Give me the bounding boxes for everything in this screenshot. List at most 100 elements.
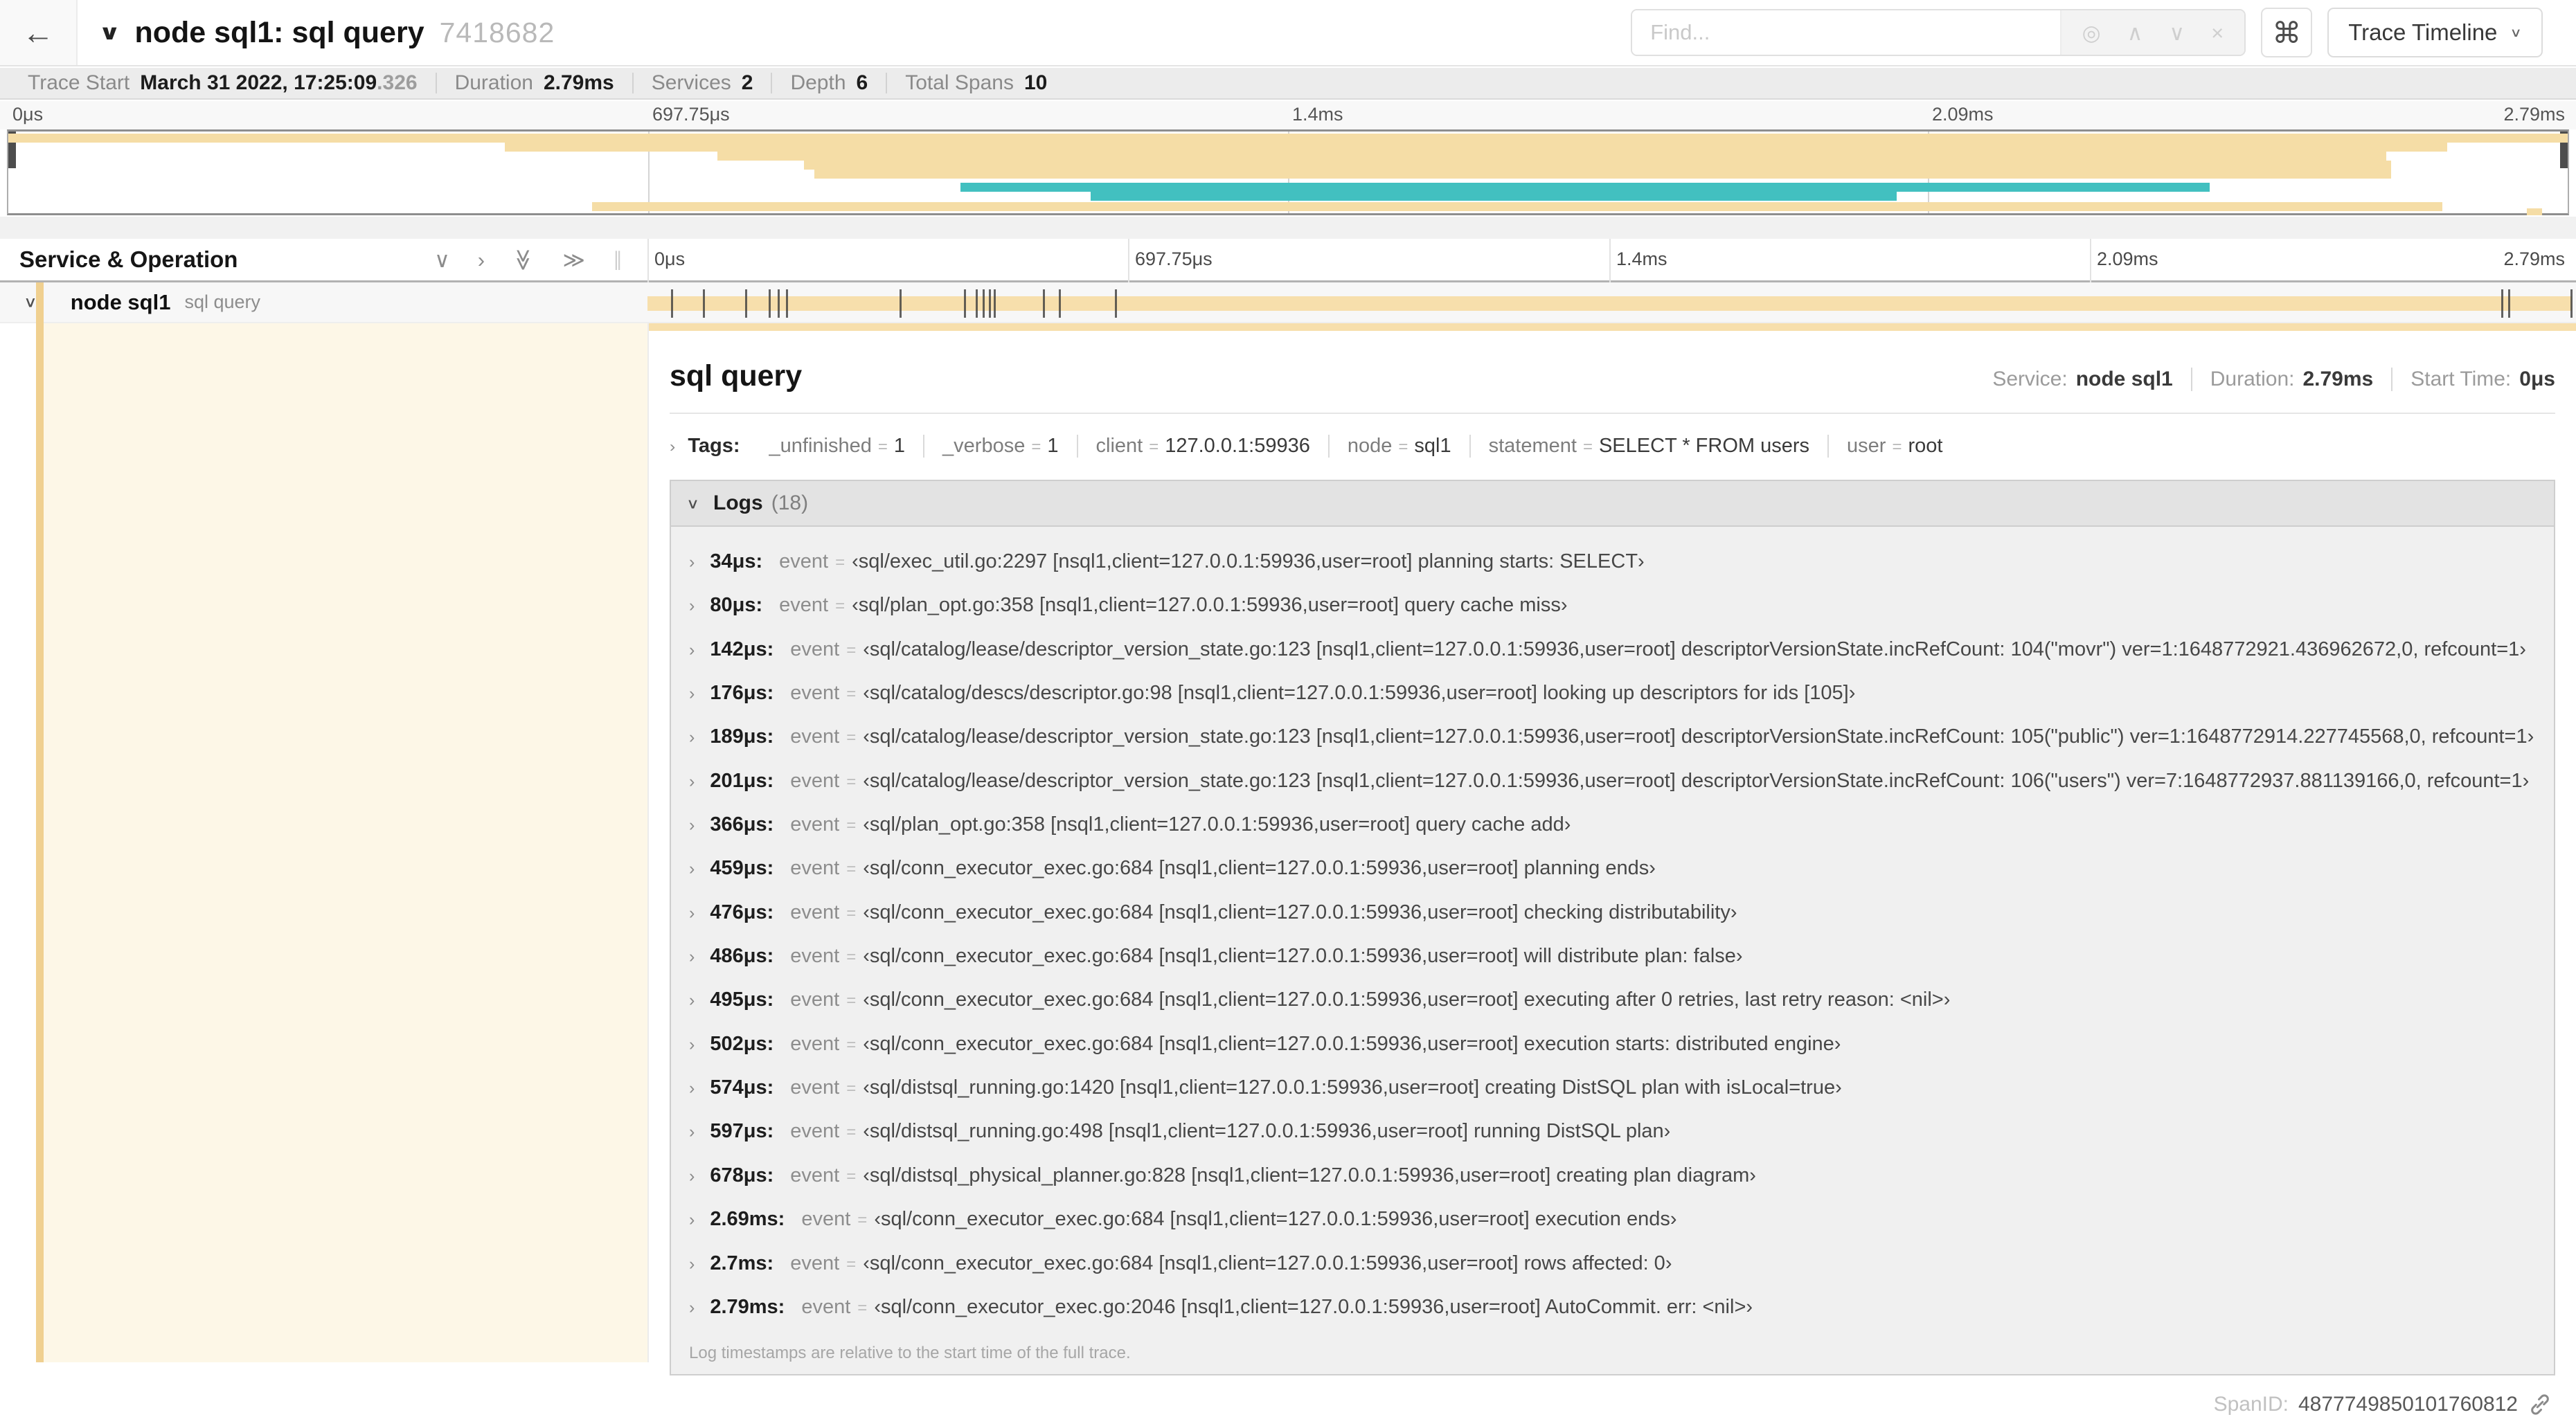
log-field-value: ‹sql/conn_executor_exec.go:684 [nsql1,cl… [863,945,1743,968]
log-field-value: ‹sql/plan_opt.go:358 [nsql1,client=127.0… [863,813,1571,836]
log-entry-row[interactable]: › 2.79ms: event = ‹sql/conn_executor_exec.go… [671,1296,2554,1319]
log-marker-tick[interactable] [989,289,991,318]
log-chevron-icon: › [689,859,695,879]
log-marker-tick[interactable] [994,289,996,318]
log-marker-tick[interactable] [703,289,705,318]
log-entry-row[interactable]: › 495μs: event = ‹sql/conn_executor_exec.go:… [671,989,2554,1011]
log-entry-row[interactable]: › 476μs: event = ‹sql/conn_executor_exec.go:… [671,901,2554,924]
log-field-name: event [779,550,829,572]
log-entry-row[interactable]: › 142μs: event = ‹sql/catalog/lease/descript… [671,638,2554,661]
log-marker-tick[interactable] [1115,289,1117,318]
summary-item: Depth 6 [771,73,886,93]
deep-link-icon[interactable] [2528,1392,2552,1417]
minimap-span-bar [814,170,2391,179]
collapse-one-icon[interactable]: ∨ [434,249,450,271]
log-entry-row[interactable]: › 189μs: event = ‹sql/catalog/lease/descript… [671,725,2554,748]
log-entry-row[interactable]: › 574μs: event = ‹sql/distsql_running.go:142… [671,1076,2554,1099]
tag-key: _verbose [942,435,1026,457]
trace-collapse-icon[interactable]: ∨ [98,21,120,45]
log-entry-row[interactable]: › 486μs: event = ‹sql/conn_executor_exec.go:… [671,945,2554,968]
trace-id: 7418682 [439,16,555,48]
log-marker-tick[interactable] [1043,289,1045,318]
column-resizer-grip[interactable]: ∥ [613,250,623,269]
back-button[interactable]: ← [0,0,78,65]
log-entry-row[interactable]: › 678μs: event = ‹sql/distsql_physical_plann… [671,1164,2554,1187]
log-marker-tick[interactable] [964,289,966,318]
keyboard-shortcuts-button[interactable]: ⌘ [2261,8,2313,57]
next-result-icon[interactable]: ∨ [2169,22,2185,44]
expand-one-icon[interactable]: › [478,249,485,271]
log-field-name: event [790,682,840,705]
log-entry-row[interactable]: › 366μs: event = ‹sql/plan_opt.go:358 [nsql1… [671,813,2554,836]
span-detail-meta: Service: node sql1 Duration: 2.79ms Start Ti… [1992,368,2555,391]
log-field-value: ‹sql/exec_util.go:2297 [nsql1,client=127… [852,550,1645,572]
log-timestamp: 142μs: [710,638,774,660]
log-marker-tick[interactable] [671,289,673,318]
log-marker-tick[interactable] [2501,289,2503,318]
log-entry-row[interactable]: › 201μs: event = ‹sql/catalog/lease/descript… [671,770,2554,793]
prev-result-icon[interactable]: ∧ [2127,22,2143,44]
log-marker-tick[interactable] [900,289,902,318]
span-bar-cell[interactable] [647,282,2573,322]
summary-item-value: 2 [741,71,753,94]
equals-sign: = [846,860,857,879]
view-selector-button[interactable]: Trace Timeline ∨ [2327,8,2543,57]
log-marker-tick[interactable] [769,289,771,318]
detail-meta-label: Duration: [2210,368,2295,390]
log-timestamp: 201μs: [710,769,774,792]
tag-value: SELECT * FROM users [1598,435,1810,457]
locate-icon[interactable]: ◎ [2082,22,2101,44]
log-marker-tick[interactable] [745,289,747,318]
expand-all-icon[interactable]: ≫ [563,249,585,271]
log-timestamp: 2.69ms: [710,1208,785,1231]
minimap-tick-labels: 0μs 697.75μs 1.4ms 2.09ms 2.79ms [0,101,2576,129]
logs-header[interactable]: ∨ Logs (18) [671,481,2554,527]
tag-item: statement = SELECT * FROM users [1469,435,1827,458]
log-timestamp: 459μs: [710,857,774,880]
log-entry-row[interactable]: › 80μs: event = ‹sql/plan_opt.go:358 [nsql1,… [671,594,2554,617]
logs-footnote: Log timestamps are relative to the start… [689,1344,1131,1363]
detail-meta-item: Start Time: 0μs [2391,368,2555,391]
collapse-all-icon[interactable]: ≫ [512,249,536,271]
equals-sign: = [846,1079,857,1099]
detail-meta-value: node sql1 [2075,368,2173,390]
log-chevron-icon: › [689,771,695,791]
log-marker-tick[interactable] [983,289,985,318]
summary-item-label: Duration [454,71,533,94]
log-marker-tick[interactable] [1059,289,1061,318]
span-service-name: node sql1 [70,289,171,314]
log-entry-row[interactable]: › 2.69ms: event = ‹sql/conn_executor_exec.go… [671,1208,2554,1231]
log-entry-row[interactable]: › 176μs: event = ‹sql/catalog/descs/descript… [671,682,2554,705]
equals-sign: = [835,597,846,616]
log-marker-tick[interactable] [976,289,978,318]
log-timestamp: 2.7ms: [710,1252,774,1274]
span-duration-bar[interactable] [647,296,2572,311]
detail-meta-item: Duration: 2.79ms [2190,368,2373,391]
log-marker-tick[interactable] [778,289,780,318]
span-row[interactable]: ∨ node sql1 sql query [0,282,2576,323]
log-entry-row[interactable]: › 459μs: event = ‹sql/conn_executor_exec.go:… [671,857,2554,880]
log-entry-row[interactable]: › 597μs: event = ‹sql/distsql_running.go:498… [671,1120,2554,1143]
span-row-name-cell[interactable]: ∨ node sql1 sql query [0,282,647,322]
find-input[interactable] [1632,10,2060,55]
minimap-tick-label: 2.79ms [2503,104,2565,125]
clear-search-icon[interactable]: × [2211,22,2224,44]
logs-count: (18) [771,491,809,514]
log-marker-tick[interactable] [2508,289,2510,318]
log-entry-row[interactable]: › 34μs: event = ‹sql/exec_util.go:2297 [nsql… [671,550,2554,573]
log-chevron-icon: › [689,640,695,660]
log-field-name: event [801,1295,851,1318]
log-entry-row[interactable]: › 2.7ms: event = ‹sql/conn_executor_exec.go:… [671,1252,2554,1275]
tag-key: user [1847,435,1886,457]
ruler-tick-label: 2.79ms [2503,249,2565,269]
minimap-canvas[interactable] [7,129,2569,215]
log-chevron-icon: › [689,1078,695,1099]
log-marker-tick[interactable] [2570,289,2573,318]
log-marker-tick[interactable] [786,289,788,318]
view-selector-label: Trace Timeline [2348,19,2498,45]
log-entry-row[interactable]: › 502μs: event = ‹sql/conn_executor_exec.go:… [671,1033,2554,1056]
log-field-name: event [790,638,840,660]
tags-accordion[interactable]: › Tags: _unfinished = 1 _verbose = 1 client = 12… [649,414,2576,458]
log-chevron-icon: › [689,728,695,748]
span-collapse-icon[interactable]: ∨ [24,294,37,311]
